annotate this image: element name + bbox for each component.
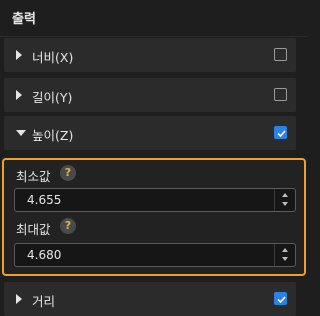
chevron-up-icon[interactable] xyxy=(282,248,288,252)
distance-checkbox[interactable] xyxy=(274,292,287,305)
output-label-width: 너비(X) xyxy=(32,50,74,65)
max-value-label: 최대값 xyxy=(16,222,51,237)
min-spin-buttons[interactable] xyxy=(274,189,295,211)
help-glyph: ? xyxy=(64,219,72,232)
max-value-spinbox[interactable]: 4.680 xyxy=(14,243,296,267)
caret-right-icon[interactable] xyxy=(16,90,22,100)
checkmark-icon xyxy=(277,130,286,138)
chevron-down-icon[interactable] xyxy=(282,202,288,206)
chevron-up-icon[interactable] xyxy=(282,193,288,197)
question-circle-icon[interactable]: ? xyxy=(60,165,76,181)
output-row-height[interactable]: 높이(Z) xyxy=(4,116,296,150)
min-value-label: 최소값 xyxy=(16,169,51,184)
output-row-width[interactable]: 너비(X) xyxy=(4,38,296,72)
panel-header: 출력 xyxy=(0,0,308,37)
height-checkbox[interactable] xyxy=(274,126,287,139)
width-checkbox[interactable] xyxy=(274,48,287,61)
chevron-down-icon[interactable] xyxy=(282,257,288,261)
min-value-input[interactable]: 4.655 xyxy=(27,193,61,207)
max-spin-buttons[interactable] xyxy=(274,244,295,266)
caret-right-icon[interactable] xyxy=(16,294,22,304)
min-value-spinbox[interactable]: 4.655 xyxy=(14,188,296,212)
panel-title: 출력 xyxy=(12,12,36,27)
output-label-height: 높이(Z) xyxy=(32,128,74,143)
checkmark-icon xyxy=(277,296,286,304)
height-range-panel: 최소값 ? 4.655 최대값 ? 4.680 xyxy=(2,158,306,276)
output-row-distance[interactable]: 거리 xyxy=(4,282,296,316)
help-glyph: ? xyxy=(64,166,72,179)
caret-down-icon[interactable] xyxy=(16,130,26,136)
question-circle-icon[interactable]: ? xyxy=(60,218,76,234)
output-row-length[interactable]: 길이(Y) xyxy=(4,78,296,112)
caret-right-icon[interactable] xyxy=(16,50,22,60)
output-label-length: 길이(Y) xyxy=(32,90,73,105)
max-value-input[interactable]: 4.680 xyxy=(27,248,61,262)
length-checkbox[interactable] xyxy=(274,88,287,101)
output-label-distance: 거리 xyxy=(32,294,56,309)
